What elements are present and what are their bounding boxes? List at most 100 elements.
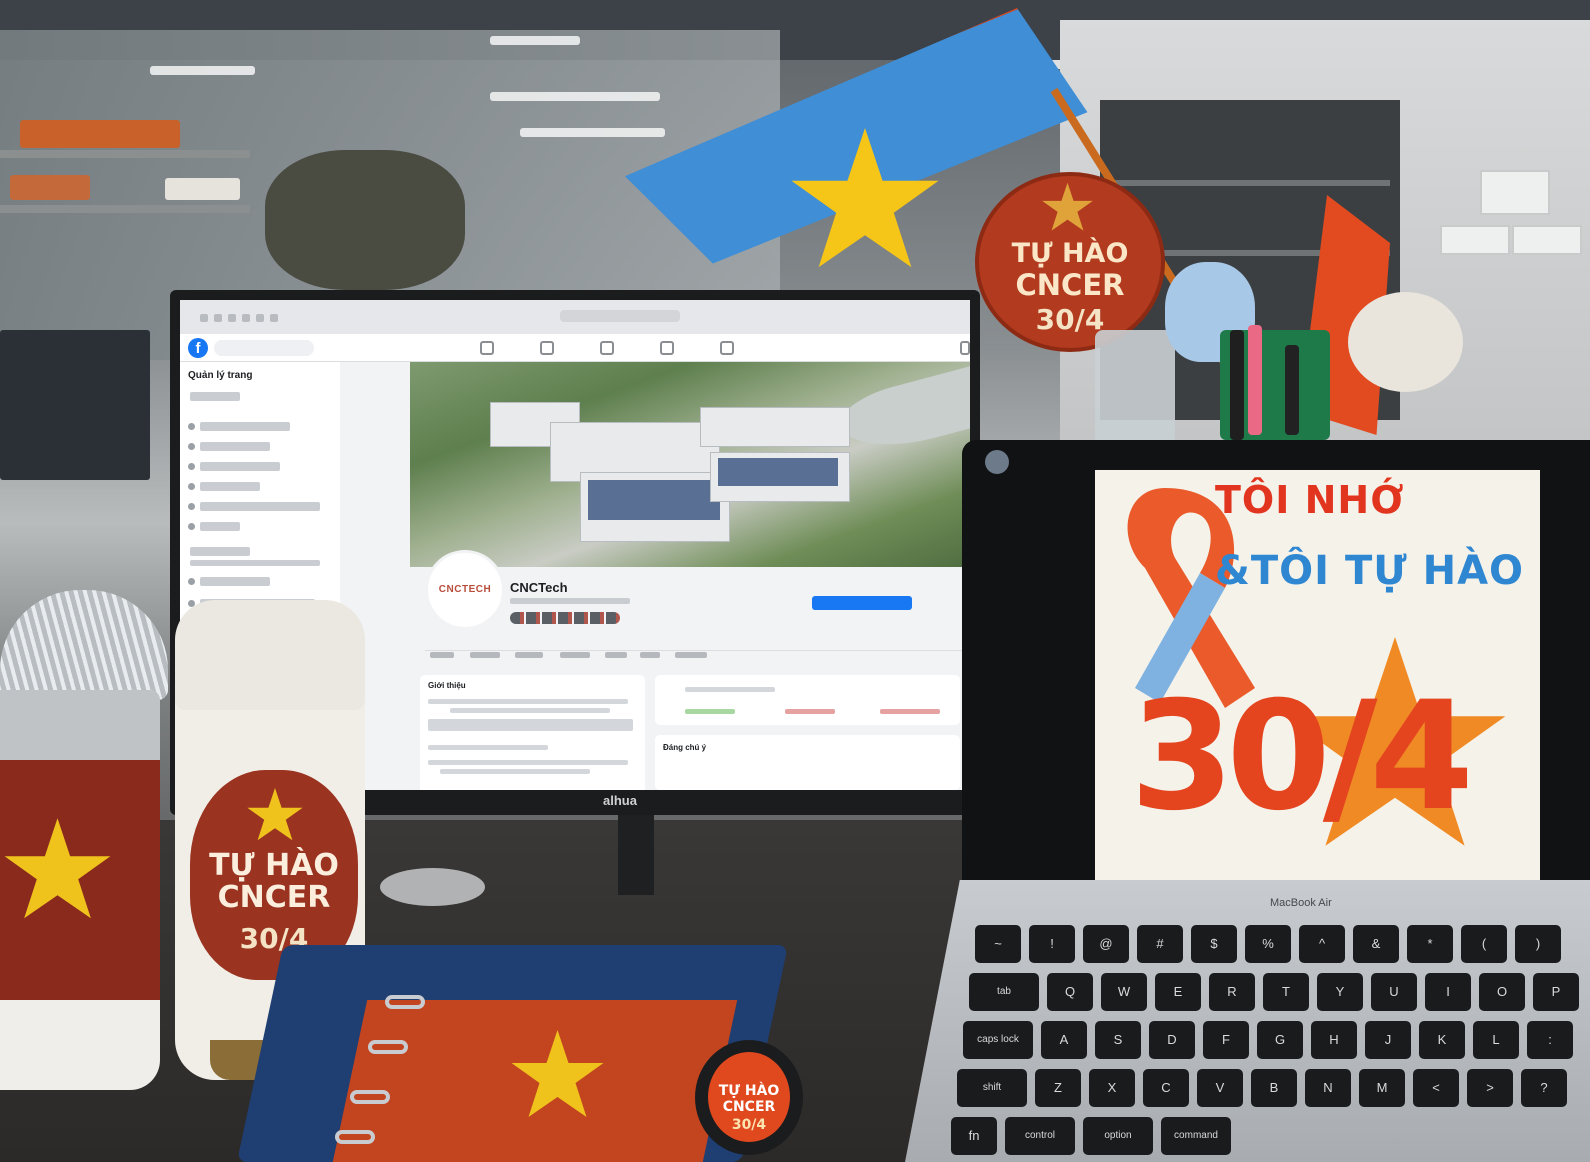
tab-posts[interactable]: [430, 652, 454, 658]
keyboard-key[interactable]: S: [1095, 1021, 1141, 1059]
keyboard-key[interactable]: V: [1197, 1069, 1243, 1107]
keyboard-key[interactable]: *: [1407, 925, 1453, 963]
keyboard-key[interactable]: T: [1263, 973, 1309, 1011]
marketplace-icon[interactable]: [600, 341, 614, 355]
keyboard-key[interactable]: C: [1143, 1069, 1189, 1107]
keyboard-key[interactable]: ^: [1299, 925, 1345, 963]
shelf-item: [10, 175, 90, 200]
page-profile-picture[interactable]: CNCTECH: [425, 550, 505, 630]
keyboard-key[interactable]: :: [1527, 1021, 1573, 1059]
sidebar-section: [190, 547, 250, 556]
keyboard-key[interactable]: shift: [957, 1069, 1027, 1107]
keyboard-key[interactable]: ?: [1521, 1069, 1567, 1107]
keyboard-key[interactable]: J: [1365, 1021, 1411, 1059]
ceiling-light: [520, 128, 665, 137]
keyboard-key[interactable]: >: [1467, 1069, 1513, 1107]
tab-about[interactable]: [470, 652, 500, 658]
sidebar-item-icon: [188, 523, 195, 530]
menu-icon[interactable]: [960, 341, 970, 355]
shelf: [0, 150, 250, 158]
gaming-icon[interactable]: [720, 341, 734, 355]
sidebar-item[interactable]: [200, 502, 320, 511]
groups-icon[interactable]: [660, 341, 674, 355]
tab-mentions[interactable]: [515, 652, 543, 658]
wall-picture: [1480, 170, 1550, 215]
keyboard-key[interactable]: U: [1371, 973, 1417, 1011]
facebook-search-input[interactable]: [214, 340, 314, 356]
keyboard-key[interactable]: A: [1041, 1021, 1087, 1059]
keyboard-key[interactable]: L: [1473, 1021, 1519, 1059]
page-name[interactable]: CNCTech: [510, 580, 568, 595]
sidebar-item[interactable]: [200, 442, 270, 451]
professional-tools-button[interactable]: [812, 596, 912, 610]
keyboard-key[interactable]: Z: [1035, 1069, 1081, 1107]
sidebar-item[interactable]: [200, 462, 280, 471]
sidebar-item[interactable]: [200, 482, 260, 491]
tab-more[interactable]: [675, 652, 707, 658]
browser-button[interactable]: [200, 314, 208, 322]
keyboard-key[interactable]: caps lock: [963, 1021, 1033, 1059]
keyboard-key[interactable]: W: [1101, 973, 1147, 1011]
browser-button[interactable]: [228, 314, 236, 322]
keyboard-key[interactable]: I: [1425, 973, 1471, 1011]
keyboard-key[interactable]: control: [1005, 1117, 1075, 1155]
edit-bio-button[interactable]: [428, 719, 633, 731]
keyboard-key[interactable]: O: [1479, 973, 1525, 1011]
keyboard-key[interactable]: H: [1311, 1021, 1357, 1059]
keyboard-key[interactable]: option: [1083, 1117, 1153, 1155]
sidebar-item[interactable]: [200, 422, 290, 431]
tab-photos[interactable]: [640, 652, 660, 658]
intro-address: [428, 760, 628, 765]
browser-button[interactable]: [242, 314, 250, 322]
keyboard-key[interactable]: !: [1029, 925, 1075, 963]
tab-reviews[interactable]: [560, 652, 590, 658]
keyboard-key[interactable]: <: [1413, 1069, 1459, 1107]
keyboard-key[interactable]: ~: [975, 925, 1021, 963]
keyboard-key[interactable]: &: [1353, 925, 1399, 963]
follower-avatars[interactable]: [510, 612, 620, 624]
reel-button[interactable]: [880, 709, 940, 714]
keyboard-key[interactable]: %: [1245, 925, 1291, 963]
facebook-logo-icon[interactable]: f: [188, 338, 208, 358]
keyboard-key[interactable]: Q: [1047, 973, 1093, 1011]
sidebar-item[interactable]: [190, 392, 240, 401]
browser-button[interactable]: [270, 314, 278, 322]
keyboard-key[interactable]: P: [1533, 973, 1579, 1011]
sidebar-item[interactable]: [200, 522, 240, 531]
keyboard-key[interactable]: #: [1137, 925, 1183, 963]
monitor-brand-logo: alhua: [603, 793, 637, 808]
address-bar[interactable]: [560, 310, 680, 322]
keyboard-key[interactable]: $: [1191, 925, 1237, 963]
keyboard-key[interactable]: Y: [1317, 973, 1363, 1011]
keyboard-key[interactable]: G: [1257, 1021, 1303, 1059]
keyboard-key[interactable]: ): [1515, 925, 1561, 963]
plant: [265, 150, 465, 290]
keyboard-key[interactable]: D: [1149, 1021, 1195, 1059]
keyboard-key[interactable]: @: [1083, 925, 1129, 963]
keyboard-key[interactable]: K: [1419, 1021, 1465, 1059]
keyboard-key[interactable]: fn: [951, 1117, 997, 1155]
sidebar-item[interactable]: [200, 577, 270, 586]
keyboard-key[interactable]: tab: [969, 973, 1039, 1011]
browser-button[interactable]: [214, 314, 222, 322]
sidebar-item-icon: [188, 503, 195, 510]
keyboard-key[interactable]: (: [1461, 925, 1507, 963]
live-video-button[interactable]: [685, 709, 735, 714]
create-post-input[interactable]: [685, 687, 775, 692]
keyboard-key[interactable]: E: [1155, 973, 1201, 1011]
sidebar-item-icon: [188, 578, 195, 585]
tab-followers[interactable]: [605, 652, 627, 658]
browser-button[interactable]: [256, 314, 264, 322]
keyboard-key[interactable]: B: [1251, 1069, 1297, 1107]
photo-video-button[interactable]: [785, 709, 835, 714]
flag-icon[interactable]: [540, 341, 554, 355]
keyboard-key[interactable]: F: [1203, 1021, 1249, 1059]
keyboard-key[interactable]: R: [1209, 973, 1255, 1011]
keyboard-key[interactable]: M: [1359, 1069, 1405, 1107]
badge-line-2: CNCER: [722, 1099, 776, 1115]
keyboard-key[interactable]: X: [1089, 1069, 1135, 1107]
sidebar-item-icon: [188, 443, 195, 450]
keyboard-key[interactable]: command: [1161, 1117, 1231, 1155]
keyboard-key[interactable]: N: [1305, 1069, 1351, 1107]
home-icon[interactable]: [480, 341, 494, 355]
